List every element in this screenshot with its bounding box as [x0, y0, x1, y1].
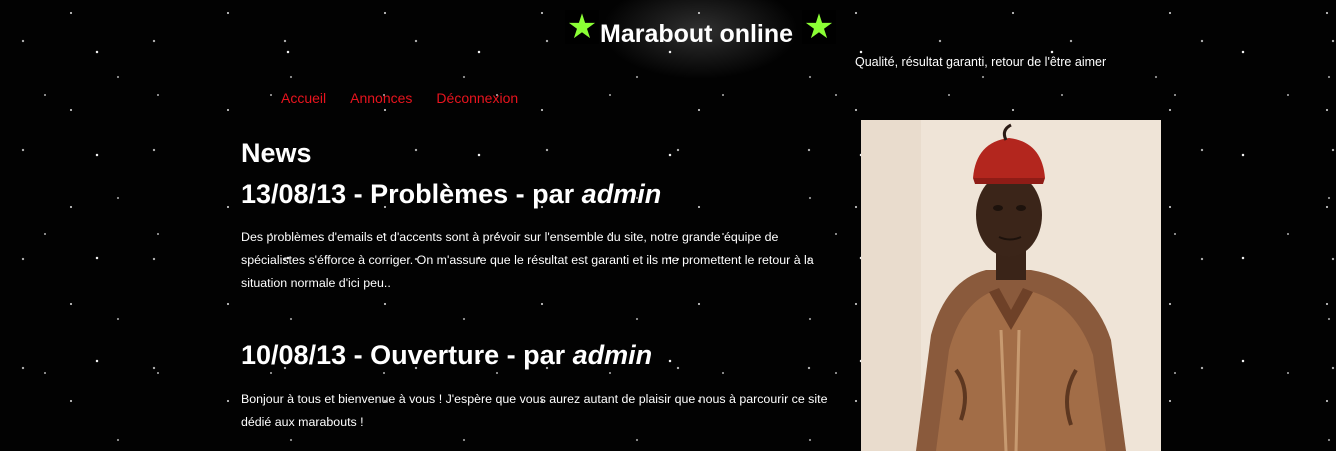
- nav-link-accueil[interactable]: Accueil: [281, 90, 326, 106]
- star-icon-left: ★: [565, 8, 599, 46]
- marabout-portrait-photo: [861, 120, 1161, 451]
- site-tagline: Qualité, résultat garanti, retour de l'ê…: [855, 55, 1107, 69]
- post-author: admin: [572, 340, 653, 370]
- news-post: 13/08/13 - Problèmes - par admin Des pro…: [241, 174, 837, 295]
- post-body: Des problèmes d'emails et d'accents sont…: [241, 230, 814, 290]
- post-body: Bonjour à tous et bienvenue à vous ! J'e…: [241, 392, 828, 429]
- site-title: Marabout online: [600, 20, 794, 48]
- nav-link-deconnexion[interactable]: Déconnexion: [436, 90, 518, 106]
- portrait-illustration: [861, 120, 1161, 451]
- news-post: 10/08/13 - Ouverture - par admin Bonjour…: [241, 335, 837, 434]
- post-title-text: 10/08/13 - Ouverture - par: [241, 340, 573, 370]
- post-author: admin: [581, 179, 662, 209]
- post-title-text: 13/08/13 - Problèmes - par: [241, 179, 582, 209]
- page-background: ★ Marabout online ★ Qualité, résultat ga…: [0, 0, 1336, 451]
- post-title: 13/08/13 - Problèmes - par admin: [241, 174, 837, 214]
- post-title: 10/08/13 - Ouverture - par admin: [241, 335, 837, 375]
- news-heading: News: [241, 138, 312, 168]
- main-content: News 13/08/13 - Problèmes - par admin De…: [241, 136, 837, 434]
- star-icon-right: ★: [802, 8, 836, 46]
- main-nav: Accueil Annonces Déconnexion: [281, 90, 518, 106]
- nav-link-annonces[interactable]: Annonces: [350, 90, 412, 106]
